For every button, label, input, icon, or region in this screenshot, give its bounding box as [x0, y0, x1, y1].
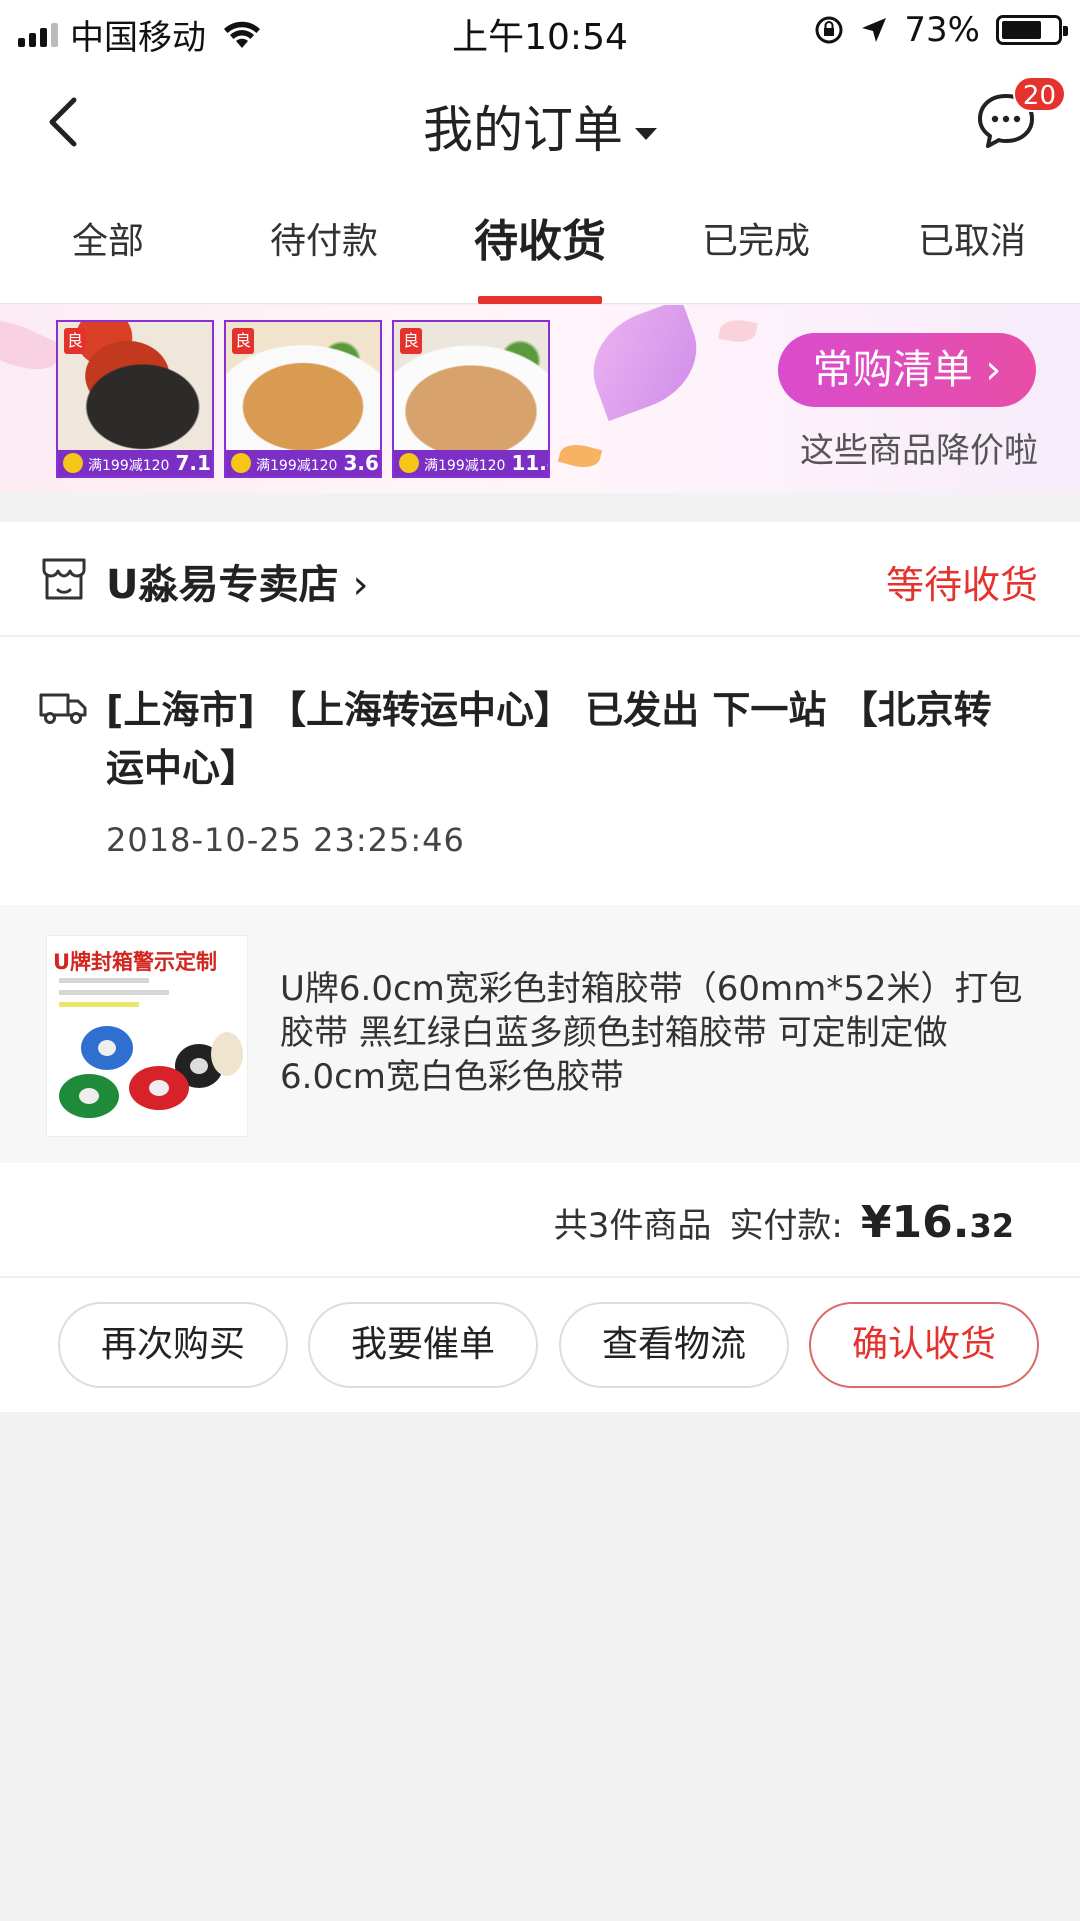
- logistics-status: [上海市] 【上海转运中心】 已发出 下一站 【北京转运中心】: [106, 688, 992, 790]
- promo-item-price: 7.11: [175, 451, 212, 475]
- shop-name[interactable]: U淼易专卖店 ›: [106, 552, 368, 610]
- brand-tag: 良: [232, 328, 254, 354]
- promo-subtitle: 这些商品降价啦: [800, 431, 1038, 471]
- coin-icon: [231, 453, 251, 473]
- page-title[interactable]: 我的订单: [0, 90, 1080, 162]
- tab-cancelled[interactable]: 已取消: [864, 180, 1080, 304]
- tab-pending-receipt[interactable]: 待收货: [432, 180, 648, 304]
- product-row[interactable]: U牌封箱警示定制 U牌6.0cm宽彩色封箱胶带（60mm*52米）打包胶带 黑红…: [0, 905, 1080, 1163]
- promo-item[interactable]: 良 满199减120 11.47: [392, 320, 550, 478]
- logistics-time: 2018-10-25 23:25:46: [106, 821, 465, 859]
- store-icon: [42, 558, 86, 600]
- view-logistics-button[interactable]: 查看物流: [559, 1302, 789, 1388]
- promo-item[interactable]: 良 满199减120 3.63: [224, 320, 382, 478]
- frequent-purchase-label: 常购清单: [812, 347, 973, 393]
- promo-item[interactable]: 良 满199减120 7.11: [56, 320, 214, 478]
- order-actions: 再次购买 我要催单 查看物流 确认收货: [0, 1278, 1080, 1412]
- promo-item-price: 11.47: [511, 451, 548, 475]
- truck-icon: [39, 693, 87, 724]
- price-decimal: 32: [969, 1207, 1014, 1245]
- buy-again-button[interactable]: 再次购买: [58, 1302, 288, 1388]
- brand-tag: 良: [400, 328, 422, 354]
- message-badge: 20: [1012, 76, 1066, 112]
- tab-pending-payment[interactable]: 待付款: [216, 180, 432, 304]
- decor-petal: [577, 305, 713, 422]
- promo-item-price: 3.63: [343, 451, 380, 475]
- location-arrow-icon: [862, 18, 887, 42]
- urge-order-button[interactable]: 我要催单: [308, 1302, 538, 1388]
- tab-completed[interactable]: 已完成: [648, 180, 864, 304]
- status-right: 73%: [814, 10, 1068, 50]
- battery-percent: 73%: [904, 10, 980, 50]
- chevron-right-icon: ›: [985, 347, 1002, 393]
- chevron-right-icon: ›: [352, 562, 369, 608]
- paid-amount: ¥16.32: [861, 1197, 1014, 1248]
- confirm-receipt-button[interactable]: 确认收货: [809, 1302, 1039, 1388]
- shop-name-text: U淼易专卖店: [106, 562, 339, 608]
- brand-tag: 良: [64, 328, 86, 354]
- logistics-info[interactable]: [上海市] 【上海转运中心】 已发出 下一站 【北京转运中心】 2018-10-…: [0, 637, 1080, 905]
- battery-icon: [996, 15, 1068, 45]
- nav-bar: 我的订单 20: [0, 60, 1080, 180]
- decor-petal: [718, 317, 758, 345]
- rotation-lock-icon: [815, 16, 843, 44]
- page-title-text: 我的订单: [423, 101, 623, 159]
- frequent-purchase-button[interactable]: 常购清单 ›: [778, 333, 1036, 407]
- status-bar: 中国移动 上午10:54 73%: [0, 0, 1080, 60]
- tab-all[interactable]: 全部: [0, 180, 216, 304]
- decor-petal: [0, 307, 65, 383]
- order-status: 等待收货: [885, 563, 1038, 607]
- order-tabs: 全部 待付款 待收货 已完成 已取消: [0, 180, 1080, 304]
- promo-item-discount: 满199减120: [88, 458, 170, 474]
- tape-rolls-illustration: [59, 1026, 243, 1118]
- order-total: 共3件商品 实付款: ¥16.32: [554, 1197, 1014, 1248]
- product-name: U牌6.0cm宽彩色封箱胶带（60mm*52米）打包胶带 黑红绿白蓝多颜色封箱胶…: [280, 969, 1023, 1097]
- product-image[interactable]: U牌封箱警示定制: [46, 935, 248, 1137]
- coin-icon: [63, 453, 83, 473]
- price-integer: ¥16.: [860, 1197, 970, 1248]
- battery-fill: [1002, 21, 1042, 39]
- paid-label: 实付款:: [729, 1206, 843, 1246]
- promo-item-discount: 满199减120: [424, 458, 506, 474]
- item-count: 共3件商品: [553, 1206, 712, 1246]
- promo-banner[interactable]: 良 满199减120 7.11 良 满199减120 3.63 良 满199减120…: [0, 305, 1080, 493]
- decor-petal: [557, 440, 603, 472]
- promo-item-discount: 满199减120: [256, 458, 338, 474]
- shop-row[interactable]: U淼易专卖店 › 等待收货: [0, 522, 1080, 636]
- promo-items: 良 满199减120 7.11 良 满199减120 3.63 良 满199减120…: [56, 320, 550, 478]
- order-total-row: 共3件商品 实付款: ¥16.32: [0, 1163, 1080, 1277]
- caret-down-icon: [635, 127, 657, 140]
- coin-icon: [399, 453, 419, 473]
